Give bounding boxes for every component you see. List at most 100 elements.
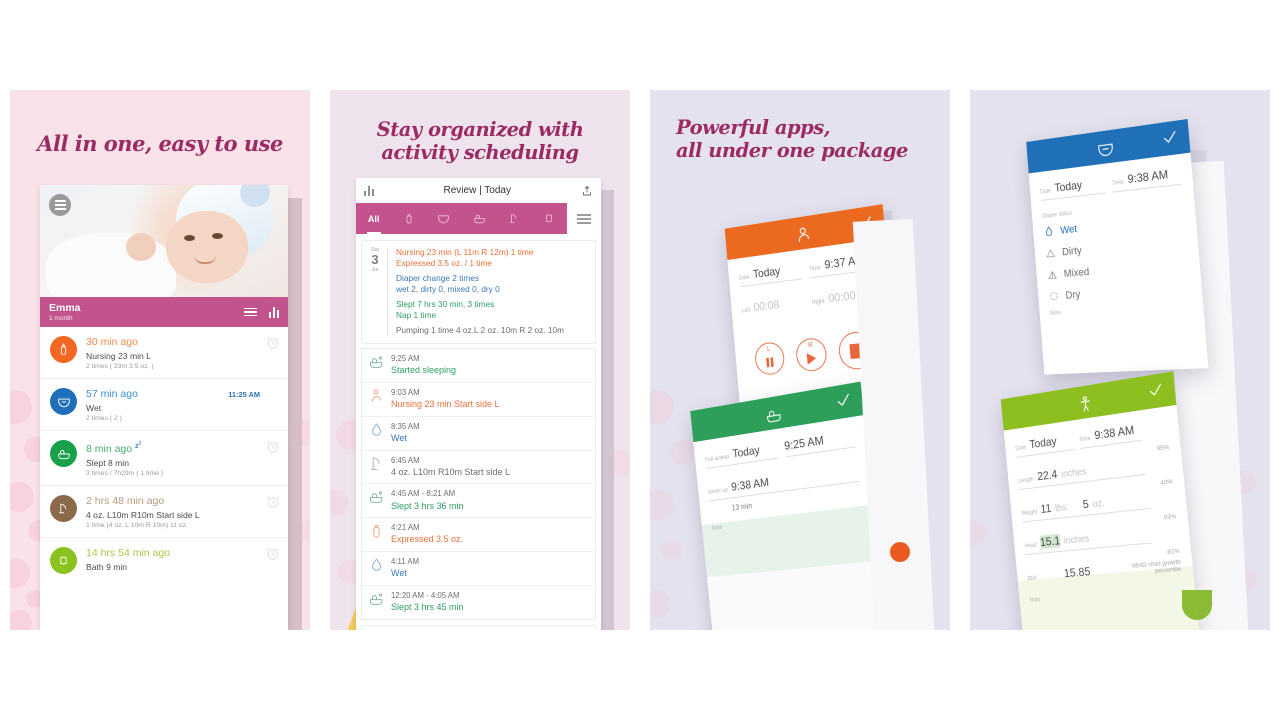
chart-view-icon[interactable] [269,306,279,318]
triangle-icon [1045,246,1057,261]
green-accent-shape [1182,590,1212,620]
panel-headline: Stay organized with activity scheduling [330,90,630,164]
event-row[interactable]: 4:21 AM Expressed 3.5 oz. [362,518,595,553]
option-dirty[interactable]: Dirty [1045,233,1187,260]
field-label: Woke up [708,487,729,496]
fab-add-button[interactable] [890,542,910,562]
field-label: Time [808,265,821,273]
baby-photo [40,185,288,297]
summary-line: Nap 1 time [396,310,437,321]
baby-age: 1 month [49,314,73,322]
fell-asleep-time-field[interactable]: 9:25 AM [783,426,857,458]
feed-ago: 8 min ago zz [86,440,278,456]
play-icon [806,351,817,365]
sleep-icon [370,356,383,369]
field-value: 9:38 AM [1127,167,1169,186]
share-icon[interactable] [581,184,593,198]
day-summary-card[interactable]: Sat 3 Jul Nursing 23 min (L 11m R 12m) 1… [361,240,596,345]
activity-feed: 30 min ago Nursing 23 min L 2 times ( 23… [40,327,288,582]
date-field[interactable]: Date Today [738,259,803,288]
list-view-icon[interactable] [244,307,258,317]
tab-all[interactable]: All [356,203,391,234]
field-label: Date [1015,445,1027,453]
check-icon[interactable] [834,390,852,409]
fell-asleep-date-field[interactable]: Fell asleep Today [704,438,779,470]
alarm-icon[interactable] [266,495,280,509]
event-time: 4:45 AM - 8:21 AM [391,489,456,499]
time-field[interactable]: Time 9:38 AM [1078,420,1143,450]
phone-mockup-one: Emma 1 month 30 min ago Nursing 23 min L… [40,185,288,630]
check-icon[interactable] [1147,380,1165,399]
right-timer-button[interactable]: R [794,336,828,373]
feed-row[interactable]: 30 min ago Nursing 23 min L 2 times ( 23… [40,327,288,380]
event-time: 4:21 AM [391,523,420,533]
event-row[interactable]: 9:03 AM Nursing 23 min Start side L [362,383,595,417]
feed-row[interactable]: 57 min ago Wet 2 times ( 2 ) 11:25 AM [40,379,288,432]
feed-row[interactable]: 8 min ago zz Slept 8 min 3 times / 7h29m… [40,431,288,487]
diaper-icon [50,388,77,416]
field-label: Weight [1021,509,1038,518]
option-label: Dirty [1061,244,1083,258]
date-field[interactable]: Date Today [1014,429,1075,458]
check-icon[interactable] [1161,128,1178,147]
field-unit-oz: oz. [1092,498,1106,511]
phone-shadow [288,198,302,630]
field-value: Today [1028,434,1058,452]
event-desc: Slept 3 hrs 45 min [391,602,464,613]
event-row[interactable]: 4:45 AM - 8:21 AM Slept 3 hrs 36 min [362,484,595,519]
event-row[interactable]: 6:45 AM 4 oz. L10m R10m Start side L [362,451,595,485]
feed-detail: Bath 9 min [86,561,128,572]
event-row[interactable]: 12:20 AM - 4:05 AM Slept 3 hrs 45 min [362,586,595,619]
sleep-card: Fell asleep Today 9:25 AM Woke up 9:38 A… [690,381,888,630]
feed-ago-text: 8 min ago [86,443,133,456]
time-field[interactable]: Time 9:38 AM [1111,163,1182,193]
bath-icon [50,547,77,575]
field-value: 9:25 AM [783,433,825,453]
phone-shadow [601,190,614,630]
screenshot-stage: All in one, easy to use Emma 1 month 30 … [0,0,1280,720]
drop-icon [1043,224,1055,239]
tab-diaper[interactable] [426,203,461,234]
summary-line: Nursing 23 min (L 11m R 12m) 1 time [396,247,534,257]
feed-row[interactable]: 2 hrs 48 min ago 4 oz. L10m R10m Start s… [40,486,288,539]
right-label: R [807,342,813,350]
alarm-icon[interactable] [266,547,280,561]
summary-line: wet 2, dirty 0, mixed 0, dry 0 [396,284,500,295]
tab-pumping[interactable] [497,203,532,234]
note-label: Note [1049,310,1061,317]
day-summary-lines: Nursing 23 min (L 11m R 12m) 1 time Expr… [388,247,591,336]
event-row[interactable]: 4:11 AM Wet [362,552,595,586]
card-body: Fell asleep Today 9:25 AM Woke up 9:38 A… [693,414,888,630]
chart-view-icon[interactable] [364,185,374,196]
option-label: Dry [1065,288,1081,302]
alarm-icon[interactable] [266,440,280,454]
field-label: Time [1111,179,1125,187]
field-label: Fell asleep [704,454,730,464]
feed-meta: 2 times ( 2 ) [86,415,122,423]
tab-bottle[interactable] [391,203,426,234]
panel-powerful-apps: Powerful apps, all under one package Dat… [650,90,950,630]
field-value: Today [731,443,761,461]
option-mixed[interactable]: Mixed [1046,256,1189,282]
panel-headline: All in one, easy to use [37,131,283,156]
field-unit: inches [1060,466,1087,481]
feed-row[interactable]: 14 hrs 54 min ago Bath 9 min [40,538,288,582]
left-timer-button[interactable]: L [753,341,786,376]
event-row[interactable]: 8:35 AM Wet [362,417,595,451]
event-row[interactable]: 9:25 AM Started sleeping [362,349,595,384]
card-body: Date Today Time 9:38 AM Diaper status We… [1029,153,1205,327]
alarm-icon[interactable] [266,336,280,350]
day-summary-card[interactable]: Fri 2 Jul Nursing 1 hr (L 30m R 30m) 3 t… [361,624,596,630]
field-label: Head [1024,542,1037,550]
diaper-card: Date Today Time 9:38 AM Diaper status We… [1026,119,1209,375]
drop-icon [371,422,382,436]
option-dry[interactable]: Dry [1048,279,1191,304]
tab-sleep[interactable] [462,203,497,234]
date-field[interactable]: Date Today [1039,173,1106,201]
list-menu-icon[interactable] [567,203,602,234]
field-label: Right [811,298,825,307]
field-unit: inches [1063,533,1090,547]
baby-name-bar: Emma 1 month [40,297,288,327]
tab-note[interactable] [532,203,567,234]
hamburger-icon[interactable] [49,194,71,216]
